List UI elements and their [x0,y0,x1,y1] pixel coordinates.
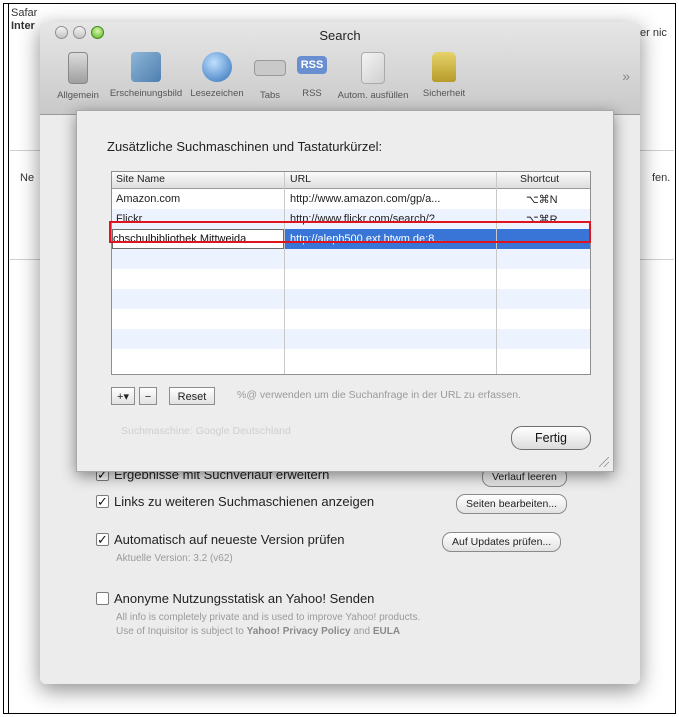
update-checkbox[interactable]: ✓ [96,533,109,546]
search-engines-sheet: Zusätzliche Suchmaschinen und Tastaturkü… [76,110,614,472]
window-title: Search [319,28,361,43]
column-header-url[interactable]: URL [290,173,311,185]
anon-label: Anonyme Nutzungsstatisk an Yahoo! Senden [114,591,375,606]
version-text: Aktuelle Version: 3.2 (v62) [116,553,233,564]
toolbar-item-tabs[interactable]: Tabs [248,50,292,110]
table-row-empty [112,249,590,269]
bg-text-fen: fen. [652,172,671,184]
privacy-text-pre: Use of Inquisitor is subject to [116,626,247,637]
toolbar-label: Autom. ausfüllen [337,90,409,101]
anon-option[interactable]: Anonyme Nutzungsstatisk an Yahoo! Senden [96,591,374,606]
links-checkbox[interactable]: ✓ [96,495,109,508]
lock-icon [432,52,456,82]
faded-engine-select: Suchmaschine: Google Deutschland [121,425,291,437]
bg-text-right: er nic [640,27,667,39]
toolbar-item-rss[interactable]: RSS RSS [292,50,332,110]
url-placeholder-hint: %@ verwenden um die Suchanfrage in der U… [237,389,522,401]
search-engines-table[interactable]: Site Name URL Shortcut Amazon.com http:/… [111,171,591,375]
privacy-text-mid: and [350,626,373,637]
toolbar-label: Tabs [259,90,281,101]
add-engine-button[interactable]: +▾ [111,387,135,405]
toolbar-label: Allgemein [57,90,99,101]
window-titlebar: Search Allgemein Erscheinungsbild Leseze… [40,22,640,115]
appearance-icon [131,52,161,82]
edit-sites-button[interactable]: Seiten bearbeiten... [456,494,568,514]
toolbar-item-autofill[interactable]: Autom. ausfüllen [332,50,414,110]
toolbar-item-bookmarks[interactable]: Lesezeichen [186,50,248,110]
column-header-shortcut[interactable]: Shortcut [520,173,559,185]
bg-text-safari: Safar [11,7,38,19]
row-url: http://www.amazon.com/gp/a... [290,193,441,205]
bg-text-internet: Inter [11,20,35,32]
tabs-icon [254,60,286,76]
left-border-line [8,3,9,714]
pencil-icon [361,52,385,84]
anon-checkbox[interactable] [96,592,109,605]
toolbar-label: Erscheinungsbild [109,88,183,99]
check-updates-button[interactable]: Auf Updates prüfen... [442,532,562,552]
column-divider[interactable] [496,172,497,374]
reset-button[interactable]: Reset [169,387,215,405]
table-row-empty [112,349,590,369]
bg-text-ne: Ne [20,172,35,184]
privacy-text-1: All info is completely private and is us… [116,612,421,623]
toolbar-item-general[interactable]: Allgemein [50,50,106,110]
table-row-empty [112,329,590,349]
table-header: Site Name URL Shortcut [112,172,590,189]
table-row-empty [112,269,590,289]
privacy-policy-link[interactable]: Yahoo! Privacy Policy [247,626,351,637]
privacy-text-2: Use of Inquisitor is subject to Yahoo! P… [116,626,400,637]
done-button[interactable]: Fertig [511,426,591,450]
links-option[interactable]: ✓ Links zu weiteren Suchmaschienen anzei… [96,494,374,509]
toolbar-label: RSS [302,88,322,99]
table-row-empty [112,289,590,309]
selected-row-highlight-frame [109,221,591,243]
toolbar-item-appearance[interactable]: Erscheinungsbild [106,50,186,110]
remove-engine-button[interactable]: − [139,387,157,405]
update-label: Automatisch auf neueste Version prüfen [114,532,345,547]
toolbar-label: Sicherheit [422,88,466,99]
toolbar-label: Lesezeichen [190,88,244,99]
rss-icon: RSS [297,56,327,74]
row-shortcut: ⌥⌘N [526,194,558,206]
column-header-site-name[interactable]: Site Name [116,173,165,185]
column-divider[interactable] [284,172,285,374]
general-switch-icon [68,52,88,84]
eula-link[interactable]: EULA [373,626,400,637]
update-option[interactable]: ✓ Automatisch auf neueste Version prüfen [96,532,345,547]
table-row[interactable]: Amazon.com http://www.amazon.com/gp/a...… [112,189,590,209]
globe-icon [202,52,232,82]
preferences-toolbar: Allgemein Erscheinungsbild Lesezeichen T… [50,50,474,110]
resize-grip-icon[interactable] [599,457,609,467]
table-row-empty [112,309,590,329]
toolbar-overflow-icon[interactable]: » [622,68,630,84]
links-label: Links zu weiteren Suchmaschienen anzeige… [114,494,375,509]
sheet-title: Zusätzliche Suchmaschinen und Tastaturkü… [107,139,383,154]
row-site-name: Amazon.com [116,193,181,205]
toolbar-item-security[interactable]: Sicherheit [414,50,474,110]
